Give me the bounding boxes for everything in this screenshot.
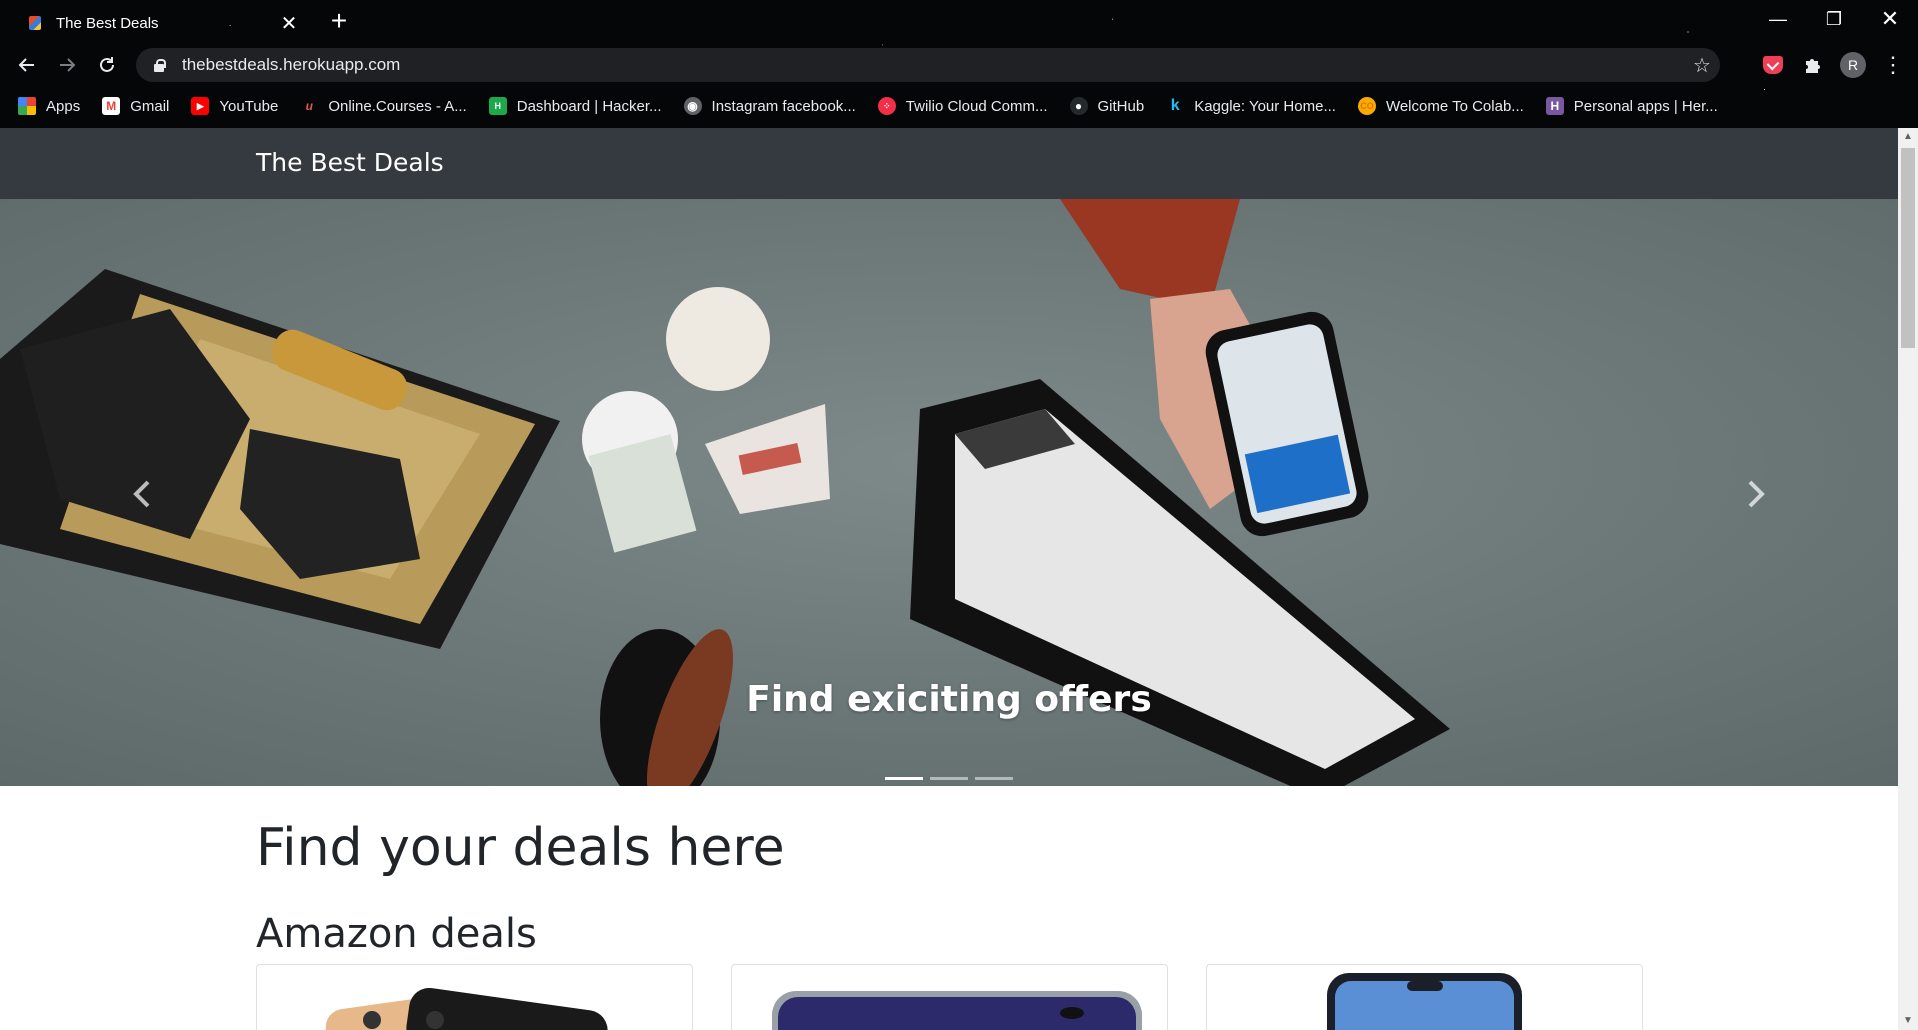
page-viewport: The Best Deals Find exiciting offers Fin… [0,128,1898,1030]
chevron-right-icon [1748,480,1765,508]
colab-icon: CO [1357,97,1376,115]
new-tab-button[interactable]: + [324,6,354,36]
site-brand[interactable]: The Best Deals [256,148,444,177]
udemy-icon: u [305,99,313,113]
tab-strip: The Best Deals ✕ + — ❐ ✕ [0,0,1918,42]
product-image-iphone [325,987,608,1030]
bookmark-label: Gmail [130,97,170,115]
kaggle-icon: k [1170,97,1180,114]
twilio-icon: ⁘ [877,97,896,115]
bookmark-heroku[interactable]: H Personal apps | Her... [1545,97,1718,115]
carousel-indicator-1[interactable] [885,777,923,780]
hero-carousel: Find exiciting offers [0,199,1898,786]
extensions-puzzle-icon[interactable] [1800,52,1826,78]
product-image-galaxy [772,991,1142,1030]
back-arrow-icon [18,58,34,72]
bookmark-label: YouTube [219,97,279,115]
bookmark-udemy[interactable]: u Online.Courses - A... [300,97,467,115]
bookmark-apps[interactable]: Apps [18,97,80,115]
bookmark-kaggle[interactable]: k Kaggle: Your Home... [1166,97,1336,115]
hackerrank-icon: H [488,97,507,115]
pocket-extension-icon[interactable] [1760,52,1786,78]
reload-icon [100,57,114,72]
page-scrollbar[interactable]: ▲ ▼ [1898,128,1918,1030]
back-button[interactable] [10,46,44,84]
page-heading: Find your deals here [256,818,785,878]
scroll-up-icon[interactable]: ▲ [1898,128,1918,146]
forward-arrow-icon [60,58,76,72]
carousel-next-button[interactable] [1726,464,1786,524]
tab-close-icon[interactable]: ✕ [278,11,300,36]
scrollbar-thumb[interactable] [1901,148,1915,348]
carousel-indicator-2[interactable] [930,777,968,780]
bookmark-label: Personal apps | Her... [1573,97,1718,115]
bookmark-github[interactable]: ● GitHub [1069,97,1145,115]
carousel-indicators [0,777,1898,780]
heroku-icon: H [1545,97,1564,115]
site-navbar: The Best Deals [0,128,1898,199]
section-title-amazon-deals: Amazon deals [256,911,537,957]
bookmark-label: Welcome To Colab... [1385,97,1524,115]
bookmark-label: GitHub [1097,97,1145,115]
bookmark-star-icon[interactable]: ☆ [1684,53,1720,78]
browser-menu-icon[interactable]: ⋮ [1880,52,1906,78]
bookmark-label: Online.Courses - A... [328,97,467,115]
bookmark-label: Instagram facebook... [711,97,856,115]
lock-icon [152,57,166,73]
minimize-window-button[interactable]: — [1750,0,1806,38]
carousel-prev-button[interactable] [112,464,172,524]
github-icon: ● [1069,97,1088,115]
youtube-icon: ▶ [191,97,210,115]
profile-initial: R [1840,52,1866,78]
chevron-left-icon [133,480,150,508]
address-url[interactable]: thebestdeals.herokuapp.com [182,55,1684,75]
deal-card[interactable] [1206,964,1643,1030]
tab-title: The Best Deals [56,14,159,32]
scroll-down-icon[interactable]: ▼ [1898,1012,1918,1030]
tab-the-best-deals[interactable]: The Best Deals ✕ [14,4,312,42]
bookmark-hackerrank[interactable]: H Dashboard | Hacker... [488,97,662,115]
deal-card[interactable] [731,964,1168,1030]
profile-avatar[interactable]: R [1840,52,1866,78]
bookmark-label: Kaggle: Your Home... [1194,97,1336,115]
bookmark-twilio[interactable]: ⁘ Twilio Cloud Comm... [877,97,1048,115]
bookmark-instagram[interactable]: ◉ Instagram facebook... [683,97,856,115]
bookmark-label: Twilio Cloud Comm... [905,97,1048,115]
bookmark-label: Dashboard | Hacker... [516,97,662,115]
reload-button[interactable] [90,46,124,84]
close-window-button[interactable]: ✕ [1862,0,1918,38]
bookmark-colab[interactable]: CO Welcome To Colab... [1357,97,1524,115]
apps-grid-icon [18,97,36,115]
site-favicon-icon [26,14,44,32]
forward-button[interactable] [50,46,84,84]
browser-chrome: The Best Deals ✕ + — ❐ ✕ thebestdeals.he… [0,0,1918,128]
browser-toolbar: thebestdeals.herokuapp.com ☆ R ⋮ [0,46,1918,84]
product-image-phone [1327,973,1522,1030]
instagram-icon: ◉ [683,97,702,115]
bookmark-gmail[interactable]: M Gmail [102,97,169,115]
carousel-caption: Find exiciting offers [746,679,1152,720]
bookmarks-bar: Apps M Gmail ▶ YouTube u Online.Courses … [0,92,1918,120]
bookmark-label: Apps [46,97,81,115]
carousel-indicator-3[interactable] [975,777,1013,780]
deal-card[interactable] [256,964,693,1030]
gmail-icon: M [102,97,121,115]
address-bar[interactable]: thebestdeals.herokuapp.com ☆ [136,48,1720,82]
bookmark-youtube[interactable]: ▶ YouTube [191,97,278,115]
restore-window-button[interactable]: ❐ [1806,0,1862,38]
